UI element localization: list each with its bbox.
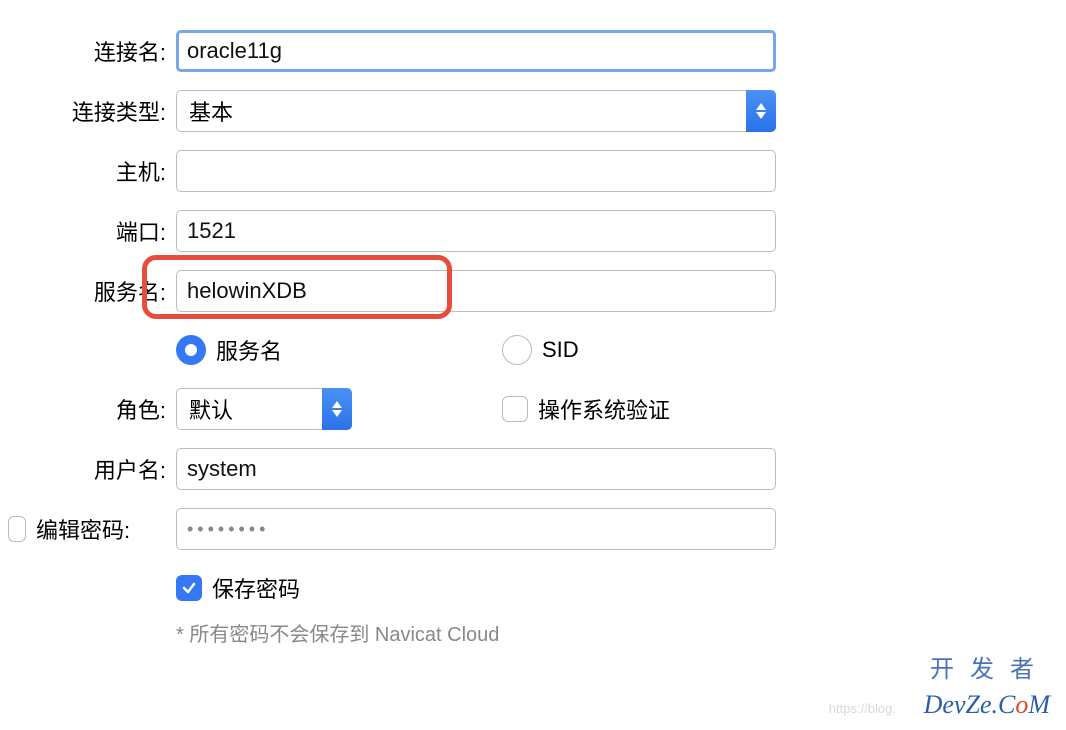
- cloud-hint: * 所有密码不会保存到 Navicat Cloud: [176, 618, 499, 647]
- label-service-name: 服务名:: [94, 275, 166, 307]
- row-username: 用户名:: [8, 448, 1066, 490]
- host-input[interactable]: [176, 150, 776, 192]
- watermark-url: https://blog.: [829, 701, 896, 716]
- role-select[interactable]: 默认: [176, 388, 352, 430]
- checkbox-unchecked-icon: [502, 396, 528, 422]
- watermark-cn: 开发者: [930, 649, 1050, 684]
- row-connection-name: 连接名:: [8, 30, 1066, 72]
- label-edit-password: 编辑密码:: [36, 513, 130, 545]
- checkbox-checked-icon: [176, 575, 202, 601]
- connection-form: 连接名: 连接类型: 基本 主机: 端口:: [0, 0, 1066, 647]
- label-role: 角色:: [116, 393, 166, 425]
- connection-type-value: 基本: [189, 95, 233, 127]
- label-connection-type: 连接类型:: [72, 95, 166, 127]
- row-hint: * 所有密码不会保存到 Navicat Cloud: [8, 618, 1066, 647]
- radio-service-name-label: 服务名: [216, 334, 282, 366]
- label-username: 用户名:: [94, 453, 166, 485]
- row-connection-type: 连接类型: 基本: [8, 90, 1066, 132]
- username-input[interactable]: [176, 448, 776, 490]
- role-value: 默认: [189, 393, 233, 425]
- port-input[interactable]: [176, 210, 776, 252]
- edit-password-checkbox[interactable]: [8, 516, 26, 542]
- os-auth-check[interactable]: 操作系统验证: [502, 389, 670, 429]
- row-save-password: 保存密码: [8, 568, 1066, 608]
- row-service-type-radio: 服务名 SID: [8, 330, 1066, 370]
- row-port: 端口:: [8, 210, 1066, 252]
- os-auth-label: 操作系统验证: [538, 393, 670, 425]
- label-connection-name: 连接名:: [94, 35, 166, 67]
- radio-icon-unchecked: [502, 335, 532, 365]
- row-service-name: 服务名:: [8, 270, 1066, 312]
- label-host: 主机:: [116, 155, 166, 187]
- save-password-check[interactable]: 保存密码: [176, 568, 300, 608]
- radio-icon-checked: [176, 335, 206, 365]
- radio-service-name[interactable]: 服务名: [176, 330, 502, 370]
- row-password: 编辑密码: ••••••••: [8, 508, 1066, 550]
- label-port: 端口:: [116, 215, 166, 247]
- save-password-label: 保存密码: [212, 572, 300, 604]
- password-masked: ••••••••: [187, 519, 269, 540]
- connection-name-input[interactable]: [176, 30, 776, 72]
- radio-sid-label: SID: [542, 337, 579, 363]
- connection-type-select[interactable]: 基本: [176, 90, 776, 132]
- password-input[interactable]: ••••••••: [176, 508, 776, 550]
- select-stepper-icon: [322, 388, 352, 430]
- row-host: 主机:: [8, 150, 1066, 192]
- select-stepper-icon: [746, 90, 776, 132]
- watermark-logo: DevZe.CoM: [924, 690, 1050, 720]
- row-role: 角色: 默认 操作系统验证: [8, 388, 1066, 430]
- service-name-input[interactable]: [176, 270, 776, 312]
- radio-sid[interactable]: SID: [502, 330, 579, 370]
